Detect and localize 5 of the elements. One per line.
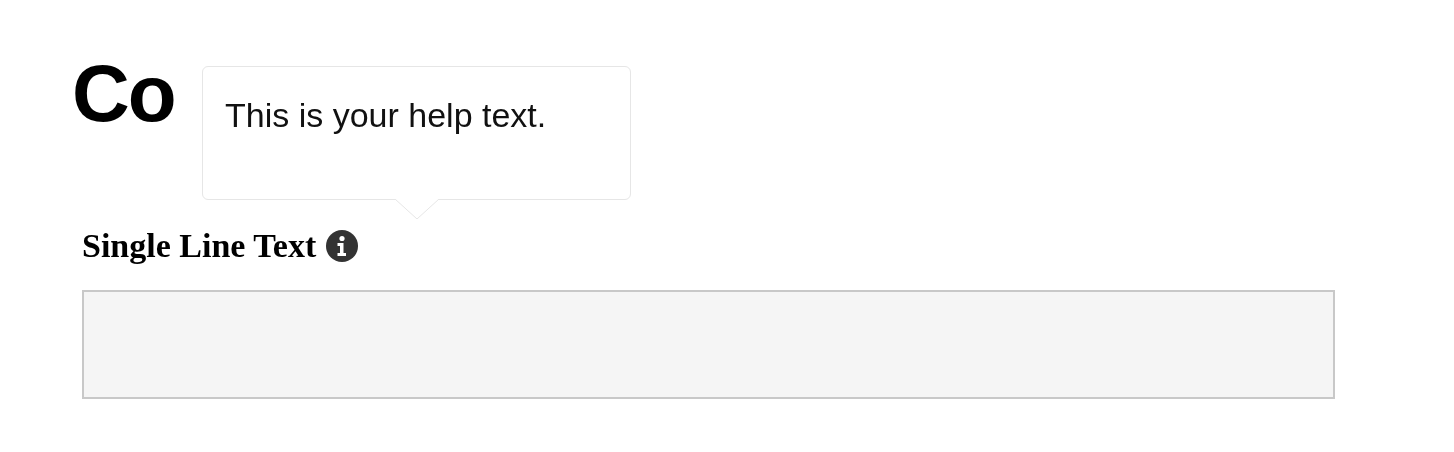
page-heading: Co (72, 48, 175, 140)
field-label: Single Line Text (82, 226, 317, 266)
info-icon[interactable] (326, 230, 359, 262)
tooltip-text: This is your help text. (225, 96, 547, 134)
text-input[interactable] (82, 290, 1335, 399)
